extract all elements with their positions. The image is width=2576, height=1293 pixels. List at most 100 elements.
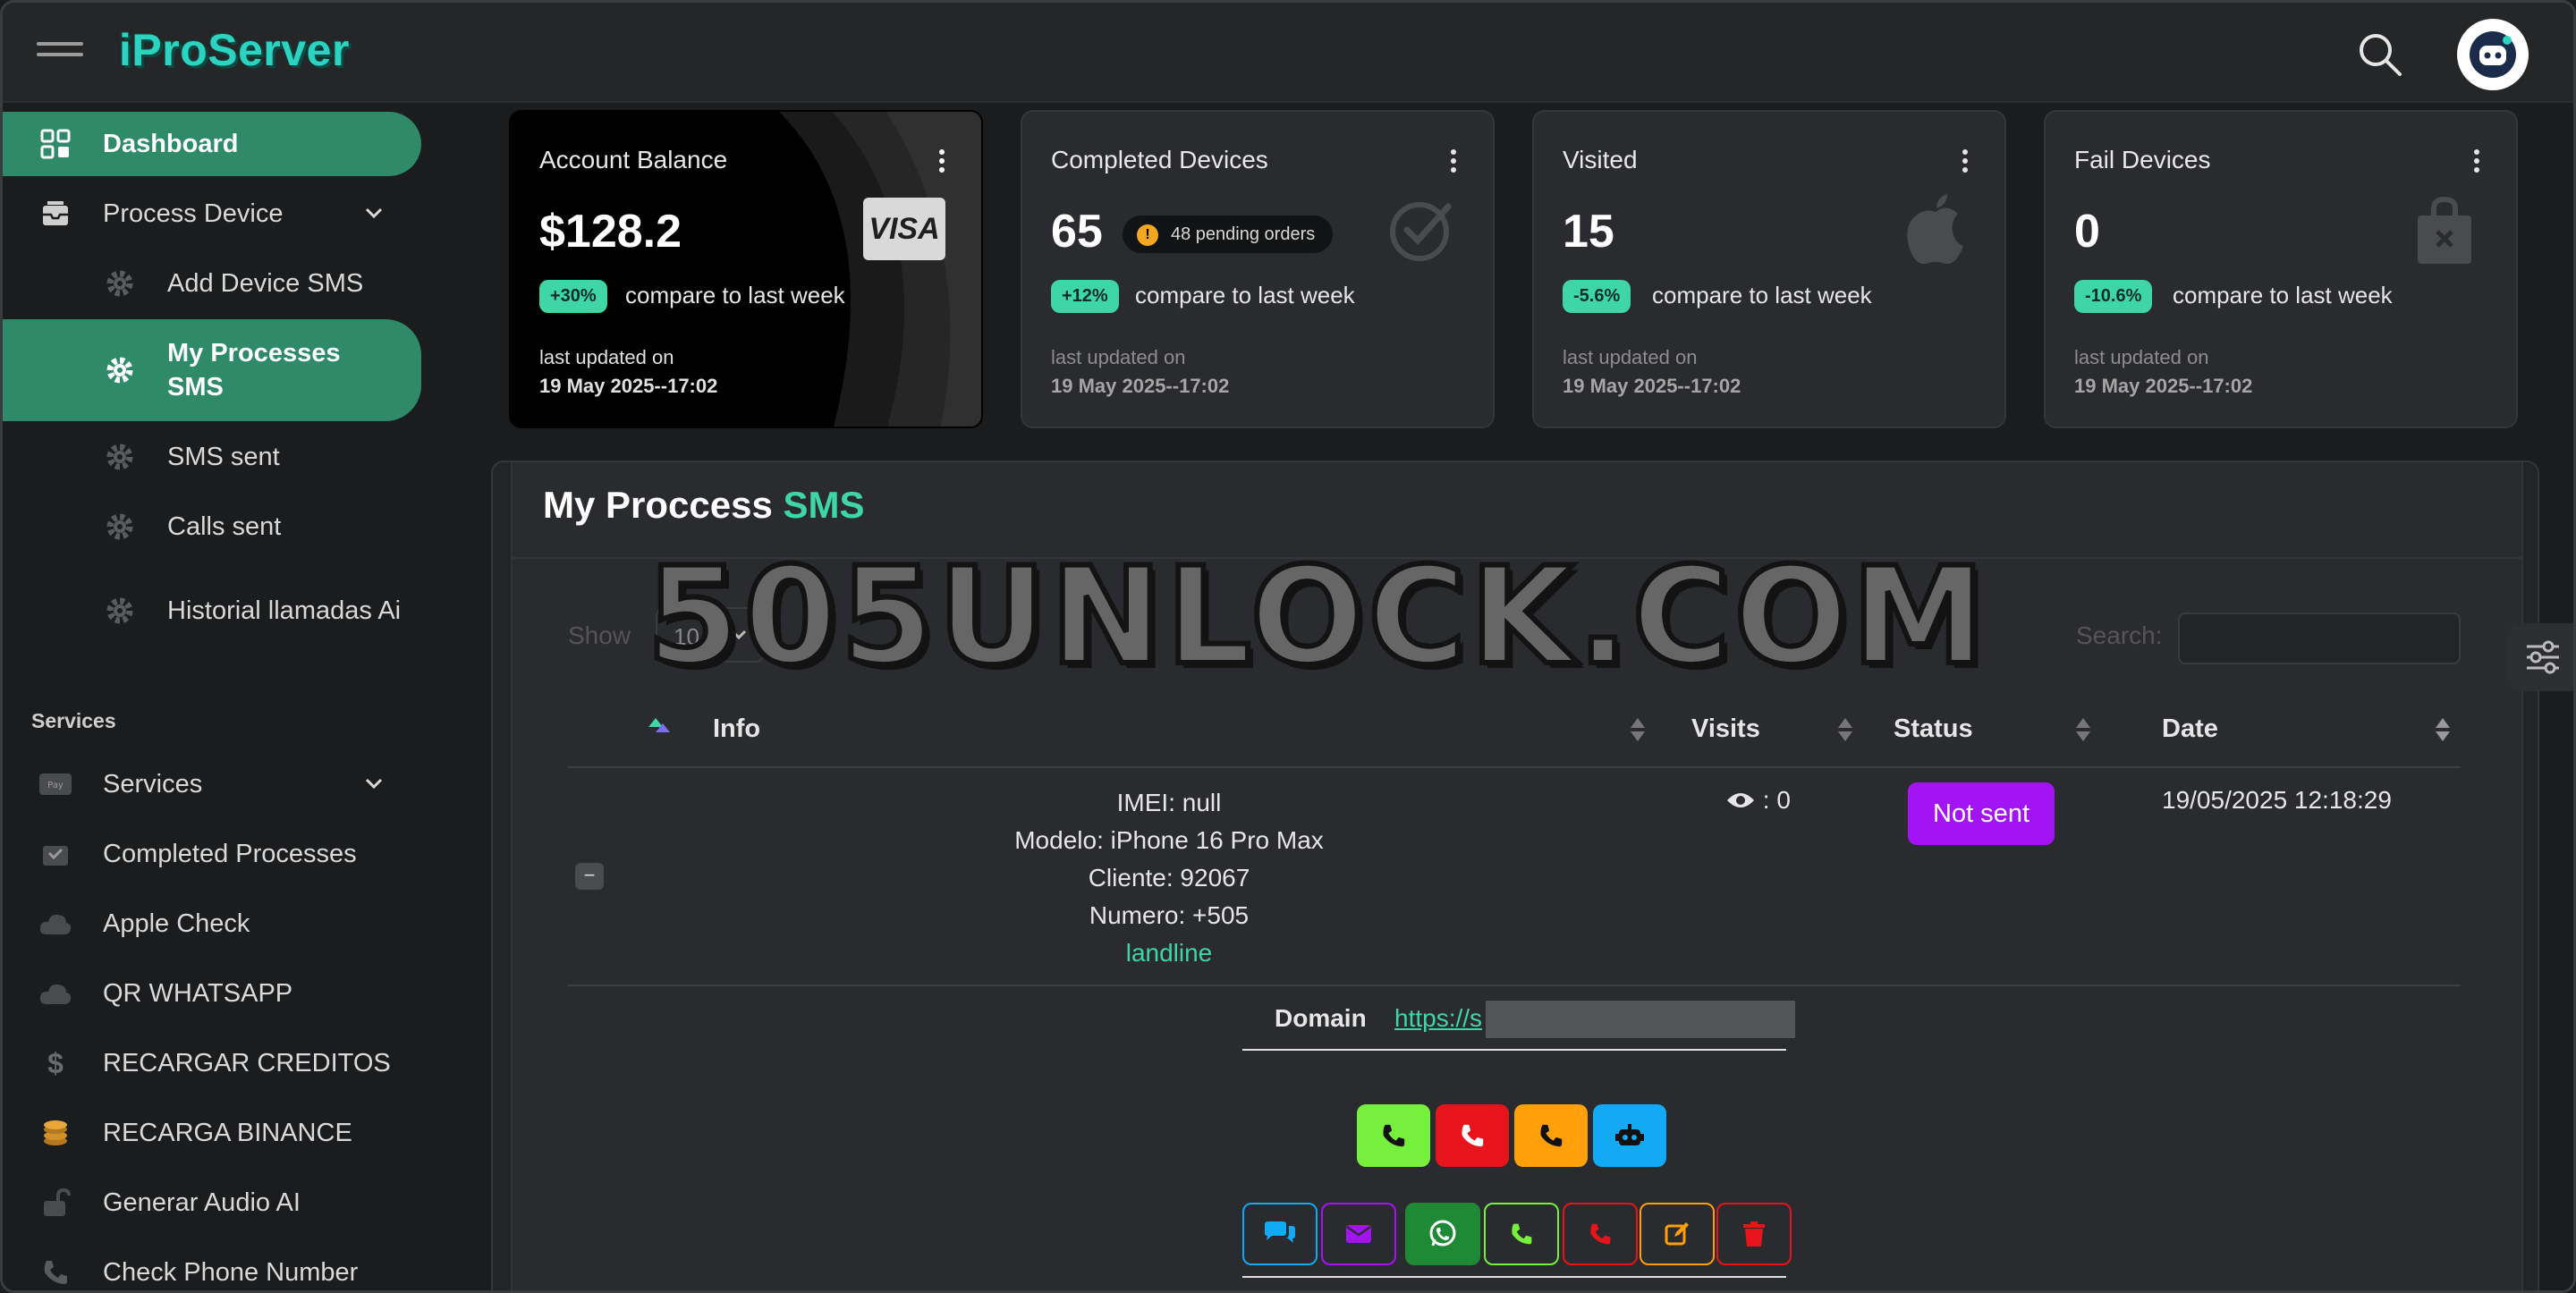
- change-pill: -10.6%: [2074, 280, 2153, 313]
- inbox-check-icon: [38, 837, 72, 871]
- more-options-icon[interactable]: [1962, 149, 1969, 173]
- more-options-icon[interactable]: [1450, 149, 1457, 173]
- last-updated-date: 19 May 2025--17:02: [2074, 375, 2253, 397]
- sidebar-item-label: Calls sent: [167, 512, 282, 541]
- card-title: Fail Devices: [2074, 146, 2211, 173]
- sidebar-item-qr-whatsapp[interactable]: QR WHATSAPP: [3, 961, 421, 1026]
- sidebar-item-services[interactable]: Pay Services: [3, 752, 421, 816]
- row-collapse-button[interactable]: −: [575, 863, 604, 890]
- gear-icon: [103, 510, 137, 544]
- chat-button[interactable]: [1242, 1203, 1318, 1265]
- call-button-red[interactable]: [1436, 1104, 1509, 1167]
- sidebar-item-calls-sent[interactable]: Calls sent: [3, 494, 421, 559]
- column-header-status[interactable]: Status: [1894, 714, 1973, 744]
- more-options-icon[interactable]: [2473, 149, 2480, 173]
- phone-icon: [1383, 1124, 1405, 1147]
- apple-pay-icon: Pay: [38, 767, 72, 801]
- last-updated-label: last updated on: [1563, 346, 1698, 368]
- sidebar-item-label: My Processes SMS: [167, 339, 341, 401]
- sort-toggle-icon[interactable]: [645, 714, 672, 734]
- more-options-icon[interactable]: [938, 149, 945, 173]
- sidebar-item-my-processes-sms[interactable]: My Processes SMS: [3, 319, 421, 421]
- card-title: Completed Devices: [1051, 146, 1268, 173]
- top-bar: iProServer: [3, 3, 2573, 103]
- sidebar-item-label: Process Device: [103, 199, 284, 228]
- brand-logo[interactable]: iProServer: [119, 24, 350, 76]
- sort-icon[interactable]: [2434, 716, 2452, 743]
- gear-icon: [103, 594, 137, 628]
- call-outline-red-button[interactable]: [1563, 1203, 1638, 1265]
- sidebar-item-label: SMS sent: [167, 443, 280, 471]
- domain-label: Domain: [1275, 1004, 1367, 1032]
- robot-avatar-icon: [2470, 31, 2516, 78]
- svg-text:Pay: Pay: [47, 781, 64, 790]
- redacted-domain: [1486, 1001, 1795, 1038]
- sidebar-item-recargar-creditos[interactable]: $ RECARGAR CREDITOS: [3, 1031, 421, 1095]
- sidebar-item-process-device[interactable]: Process Device: [3, 182, 421, 246]
- call-outline-green-button[interactable]: [1484, 1203, 1559, 1265]
- visa-card-icon: VISA: [863, 198, 945, 260]
- column-header-info[interactable]: Info: [713, 714, 760, 744]
- sidebar-item-completed-processes[interactable]: Completed Processes: [3, 822, 421, 886]
- sidebar-item-historial[interactable]: Historial llamadas Ai: [3, 564, 421, 657]
- whatsapp-button[interactable]: [1405, 1203, 1480, 1265]
- phone-icon: [1512, 1223, 1532, 1245]
- pending-orders-badge: ! 48 pending orders: [1123, 216, 1334, 253]
- comments-icon: [1265, 1221, 1295, 1243]
- email-button[interactable]: [1321, 1203, 1396, 1265]
- sidebar-item-sms-sent[interactable]: SMS sent: [3, 425, 421, 489]
- call-button-orange[interactable]: [1514, 1104, 1588, 1167]
- sidebar-item-add-device-sms[interactable]: Add Device SMS: [3, 251, 421, 316]
- delete-button[interactable]: [1716, 1203, 1792, 1265]
- theme-settings-button[interactable]: [2507, 623, 2573, 691]
- sidebar-item-label: RECARGAR CREDITOS: [103, 1048, 391, 1078]
- column-header-visits[interactable]: Visits: [1691, 714, 1760, 744]
- column-header-date[interactable]: Date: [2162, 714, 2218, 744]
- last-updated-label: last updated on: [2074, 346, 2209, 368]
- sidebar-item-label: Generar Audio AI: [103, 1187, 301, 1217]
- status-badge[interactable]: Not sent: [1908, 782, 2055, 845]
- card-value: 15: [1563, 206, 1614, 258]
- phone-icon: [1590, 1223, 1611, 1245]
- hamburger-menu-icon[interactable]: [37, 42, 83, 65]
- call-button-green[interactable]: [1357, 1104, 1430, 1167]
- change-pill: +30%: [539, 280, 607, 313]
- sidebar-item-dashboard[interactable]: Dashboard: [3, 112, 421, 176]
- avatar[interactable]: [2457, 19, 2529, 90]
- sort-icon[interactable]: [1629, 716, 1647, 743]
- search-icon[interactable]: [2355, 30, 2405, 80]
- edit-button[interactable]: [1640, 1203, 1715, 1265]
- phone-icon: [38, 1255, 72, 1289]
- sidebar-item-recarga-binance[interactable]: RECARGA BINANCE: [3, 1101, 421, 1165]
- table-row-info: IMEI: null Modelo: iPhone 16 Pro Max Cli…: [1014, 789, 1324, 967]
- search-label: Search:: [2076, 621, 2163, 649]
- cloud-icon: [38, 976, 72, 1010]
- sidebar: Dashboard Process Device Add Device SMS …: [3, 105, 475, 1290]
- sidebar-item-label: Apple Check: [103, 908, 250, 938]
- change-pill: -5.6%: [1563, 280, 1631, 313]
- sidebar-item-label: Services: [103, 769, 203, 799]
- sort-icon[interactable]: [1836, 716, 1854, 743]
- sidebar-item-label: Dashboard: [103, 129, 239, 158]
- gear-icon: [103, 353, 137, 387]
- apple-icon: [1907, 194, 1963, 265]
- visits-count: : 0: [1725, 786, 1791, 815]
- last-updated-label: last updated on: [539, 346, 674, 368]
- sidebar-item-check-phone[interactable]: Check Phone Number: [3, 1240, 421, 1290]
- sidebar-item-generar-audio[interactable]: Generar Audio AI: [3, 1170, 421, 1235]
- alert-icon: !: [1137, 224, 1158, 246]
- domain-link[interactable]: https://s: [1394, 1004, 1482, 1033]
- stat-card-completed-devices: Completed Devices 65 ! 48 pending orders …: [1021, 110, 1495, 428]
- sort-icon[interactable]: [2074, 716, 2092, 743]
- section-title-services: Services: [31, 709, 116, 732]
- sidebar-item-label: Add Device SMS: [167, 269, 364, 298]
- card-value: 0: [2074, 206, 2100, 258]
- last-updated-label: last updated on: [1051, 346, 1186, 368]
- compare-text: compare to last week: [1135, 282, 1355, 308]
- last-updated-date: 19 May 2025--17:02: [1563, 375, 1741, 397]
- table-search-input[interactable]: [2178, 613, 2461, 664]
- chevron-down-icon: [365, 207, 383, 219]
- edit-icon: [1665, 1222, 1689, 1246]
- sidebar-item-apple-check[interactable]: Apple Check: [3, 892, 421, 956]
- ai-robot-button[interactable]: [1593, 1104, 1666, 1167]
